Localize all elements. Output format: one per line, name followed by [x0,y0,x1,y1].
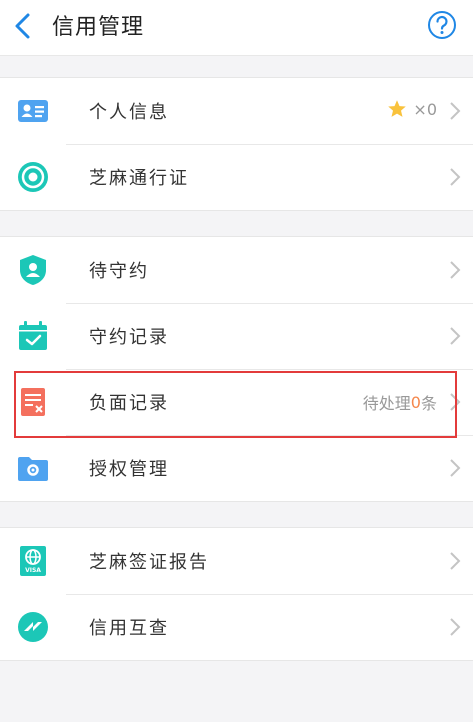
row-negative-records[interactable]: 负面记录 待处理 0 条 [0,369,473,435]
back-arrow-icon[interactable] [12,12,34,40]
chevron-right-icon [450,459,461,477]
negative-record-icon [21,388,45,416]
row-label: 芝麻通行证 [89,168,189,189]
group-agreements: 待守约 守约记录 负面记录 待处理 0 条 授权管理 [0,236,473,502]
star-icon [388,100,407,117]
visa-report-icon: VISA [20,546,46,576]
row-label: 负面记录 [89,393,169,414]
row-mutual-credit-check[interactable]: 信用互查 [0,594,473,660]
shield-user-icon [20,255,46,285]
row-zhima-pass[interactable]: 芝麻通行证 [0,144,473,210]
help-icon[interactable] [427,10,457,40]
pending-prefix: 待处理 [362,394,411,413]
calendar-check-icon [19,321,47,350]
chevron-right-icon [450,168,461,186]
chevron-right-icon [450,618,461,636]
row-label: 个人信息 [89,102,169,123]
chevron-right-icon [450,552,461,570]
star-count-value: 0 [426,99,437,119]
row-pending-agreements[interactable]: 待守约 [0,237,473,303]
row-label: 信用互查 [89,618,169,639]
visa-label: VISA [25,567,41,574]
star-count: × 0 [387,99,437,119]
chevron-right-icon [450,261,461,279]
row-label: 守约记录 [89,327,169,348]
nav-bar: 信用管理 [0,0,473,56]
chevron-right-icon [450,393,461,411]
pending-suffix: 条 [420,394,437,413]
star-count-prefix: × [413,99,427,119]
pending-count: 待处理 0 条 [363,390,437,414]
page-title: 信用管理 [52,15,145,40]
row-zhima-visa-report[interactable]: VISA 芝麻签证报告 [0,528,473,594]
group-reports: VISA 芝麻签证报告 信用互查 [0,527,473,661]
folder-gear-icon [18,457,48,481]
row-authorization-management[interactable]: 授权管理 [0,435,473,501]
row-label: 芝麻签证报告 [89,552,209,573]
pending-value: 0 [410,392,421,412]
group-profile: 个人信息 × 0 芝麻通行证 [0,77,473,211]
row-label: 授权管理 [89,459,169,480]
zhima-pass-icon [18,162,48,192]
row-agreement-records[interactable]: 守约记录 [0,303,473,369]
row-personal-info[interactable]: 个人信息 × 0 [0,78,473,144]
id-card-icon [18,100,48,122]
mutual-check-icon [18,612,48,642]
chevron-right-icon [450,102,461,120]
row-label: 待守约 [89,261,149,282]
chevron-right-icon [450,327,461,345]
